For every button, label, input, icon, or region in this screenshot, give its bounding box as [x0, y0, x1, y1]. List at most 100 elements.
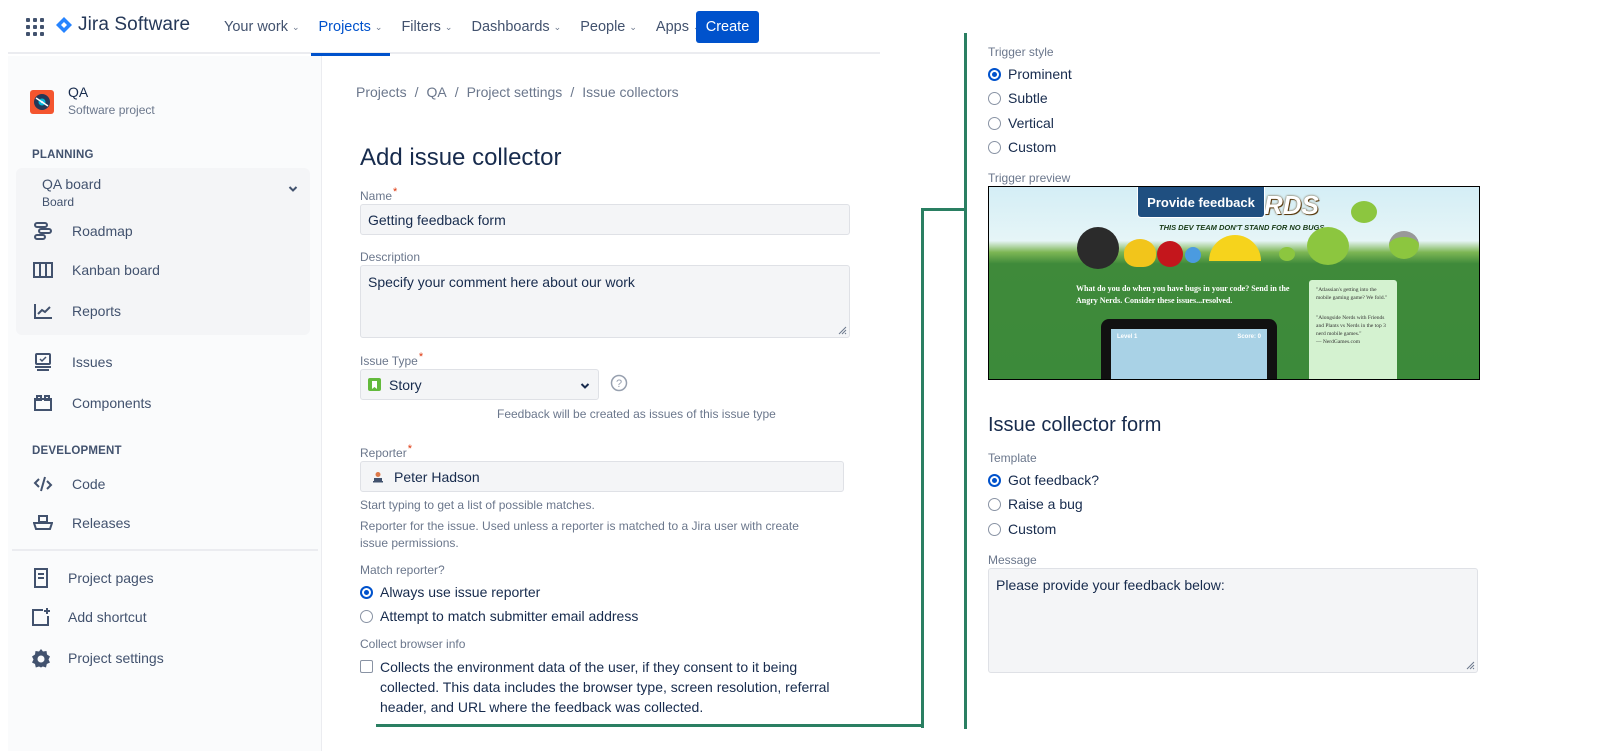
- board-name[interactable]: QA board: [42, 176, 101, 192]
- trigger-preview-image: RDS THIS DEV TEAM DON'T STAND FOR NO BUG…: [988, 186, 1480, 380]
- project-header[interactable]: QA Software project: [30, 84, 155, 117]
- nav-projects[interactable]: Projects ⌄: [310, 0, 391, 56]
- preview-description: What do you do when you have bugs in you…: [1076, 284, 1290, 305]
- radio-always-use-reporter[interactable]: Always use issue reporter: [360, 584, 540, 600]
- pig-small: [1351, 201, 1377, 223]
- sidebar-item-add-shortcut[interactable]: Add shortcut: [30, 606, 147, 628]
- sidebar-item-label: Kanban board: [72, 262, 160, 278]
- radio-button[interactable]: [988, 473, 1001, 487]
- reports-icon: [32, 300, 54, 322]
- radio-button[interactable]: [988, 522, 1001, 536]
- chevron-down-icon: ⌄: [444, 21, 453, 32]
- sidebar-item-code[interactable]: Code: [32, 473, 105, 495]
- name-label-text: Name: [360, 189, 393, 203]
- svg-text:?: ?: [616, 378, 622, 390]
- nav-label: Your work: [224, 19, 288, 35]
- trigger-style-label: Trigger style: [988, 45, 1054, 59]
- create-button[interactable]: Create: [696, 11, 759, 43]
- radio-trigger-custom[interactable]: Custom: [988, 139, 1056, 155]
- gear-icon: [30, 647, 52, 669]
- template-label: Template: [988, 451, 1037, 465]
- breadcrumb-project-settings[interactable]: Project settings: [467, 84, 563, 100]
- nav-your-work[interactable]: Your work ⌄: [216, 0, 308, 54]
- board-type: Board: [42, 195, 75, 209]
- chevron-down-icon: ⌄: [291, 21, 300, 32]
- radio-button[interactable]: [988, 497, 1001, 511]
- message-value: Please provide your feedback below:: [996, 577, 1225, 593]
- app-switcher-icon[interactable]: [26, 18, 44, 36]
- radio-match-email[interactable]: Attempt to match submitter email address: [360, 608, 638, 624]
- sidebar-item-kanban-board[interactable]: Kanban board: [32, 259, 160, 281]
- radio-button[interactable]: [988, 91, 1001, 105]
- bird-black: [1077, 227, 1119, 269]
- nav-dashboards[interactable]: Dashboards ⌄: [463, 0, 569, 54]
- description-textarea[interactable]: Specify your comment here about our work: [360, 265, 850, 338]
- breadcrumb-issue-collectors[interactable]: Issue collectors: [582, 84, 678, 100]
- preview-level: Level 1: [1117, 334, 1138, 340]
- help-icon[interactable]: ?: [610, 374, 628, 392]
- radio-template-got-feedback[interactable]: Got feedback?: [988, 472, 1099, 488]
- tablet-screen: Level 1 Score: 0: [1111, 329, 1267, 379]
- collector-settings-panel: Trigger style Prominent Subtle Vertical …: [988, 0, 1588, 751]
- sidebar-item-releases[interactable]: Releases: [32, 512, 130, 534]
- breadcrumb: Projects / QA / Project settings / Issue…: [356, 84, 679, 100]
- radio-template-raise-bug[interactable]: Raise a bug: [988, 496, 1083, 512]
- trigger-preview-label: Trigger preview: [988, 171, 1071, 185]
- sidebar-item-roadmap[interactable]: Roadmap: [32, 220, 133, 242]
- chevron-down-icon[interactable]: [288, 182, 298, 196]
- sidebar-item-label: Project pages: [68, 570, 154, 586]
- name-input[interactable]: Getting feedback form: [360, 204, 850, 235]
- message-textarea[interactable]: Please provide your feedback below:: [988, 568, 1478, 673]
- issue-type-select[interactable]: Story: [360, 369, 599, 400]
- nav-label: Dashboards: [471, 19, 550, 35]
- brand-name: Jira Software: [78, 14, 191, 35]
- name-input-value: Getting feedback form: [368, 211, 506, 228]
- sidebar-item-reports[interactable]: Reports: [32, 300, 121, 322]
- reporter-input[interactable]: Peter Hadson: [360, 461, 844, 492]
- breadcrumb-projects[interactable]: Projects: [356, 84, 407, 100]
- required-marker: *: [393, 186, 398, 198]
- breadcrumb-separator: /: [570, 84, 575, 100]
- sidebar-item-components[interactable]: Components: [32, 392, 151, 414]
- tablet-graphic: Level 1 Score: 0: [1101, 319, 1277, 379]
- sidebar-item-project-pages[interactable]: Project pages: [30, 567, 154, 589]
- breadcrumb-qa[interactable]: QA: [426, 84, 446, 100]
- sidebar-item-project-settings[interactable]: Project settings: [30, 647, 164, 669]
- jira-logo[interactable]: Jira Software: [56, 14, 190, 36]
- nav-people[interactable]: People ⌄: [572, 0, 645, 54]
- project-avatar: [30, 90, 54, 114]
- chevron-down-icon: [580, 383, 590, 389]
- nav-label: Apps: [655, 19, 689, 35]
- preview-tagline: THIS DEV TEAM DON'T STAND FOR NO BUGS: [1159, 223, 1325, 232]
- radio-button[interactable]: [988, 140, 1001, 154]
- sidebar-item-label: Add shortcut: [68, 609, 147, 625]
- top-navigation: Jira Software Your work ⌄ Projects ⌄ Filte…: [8, 0, 880, 56]
- radio-trigger-prominent[interactable]: Prominent: [988, 66, 1072, 82]
- preview-quote-2: "Alongside Nerds with Friends and Plants…: [1316, 315, 1386, 337]
- checkbox[interactable]: [360, 660, 373, 673]
- radio-template-custom[interactable]: Custom: [988, 521, 1056, 537]
- reporter-help-description: Reporter for the issue. Used unless a re…: [360, 519, 799, 550]
- radio-button[interactable]: [360, 609, 373, 623]
- nav-filters[interactable]: Filters ⌄: [393, 0, 460, 54]
- radio-button[interactable]: [360, 585, 373, 599]
- resize-handle-icon[interactable]: [1465, 660, 1475, 670]
- chevron-down-icon: ⌄: [553, 21, 562, 32]
- radio-trigger-subtle[interactable]: Subtle: [988, 90, 1048, 106]
- project-name: QA: [68, 84, 89, 100]
- chevron-down-icon: ⌄: [374, 21, 383, 32]
- collect-browser-checkbox[interactable]: Collects the environment data of the use…: [360, 657, 860, 717]
- resize-handle-icon[interactable]: [837, 325, 847, 335]
- provide-feedback-trigger-button[interactable]: Provide feedback: [1137, 187, 1265, 218]
- pig-tiny: [1279, 247, 1295, 261]
- radio-label: Subtle: [1008, 90, 1048, 106]
- sidebar-item-issues[interactable]: Issues: [32, 351, 112, 373]
- radio-button[interactable]: [988, 67, 1001, 81]
- radio-trigger-vertical[interactable]: Vertical: [988, 115, 1054, 131]
- description-label: Description: [360, 250, 421, 264]
- reporter-label-text: Reporter: [360, 446, 407, 460]
- name-label: Name*: [360, 186, 398, 203]
- radio-button[interactable]: [988, 116, 1001, 130]
- sidebar-item-label: Components: [72, 395, 152, 411]
- issue-collector-form-title: Issue collector form: [988, 414, 1162, 436]
